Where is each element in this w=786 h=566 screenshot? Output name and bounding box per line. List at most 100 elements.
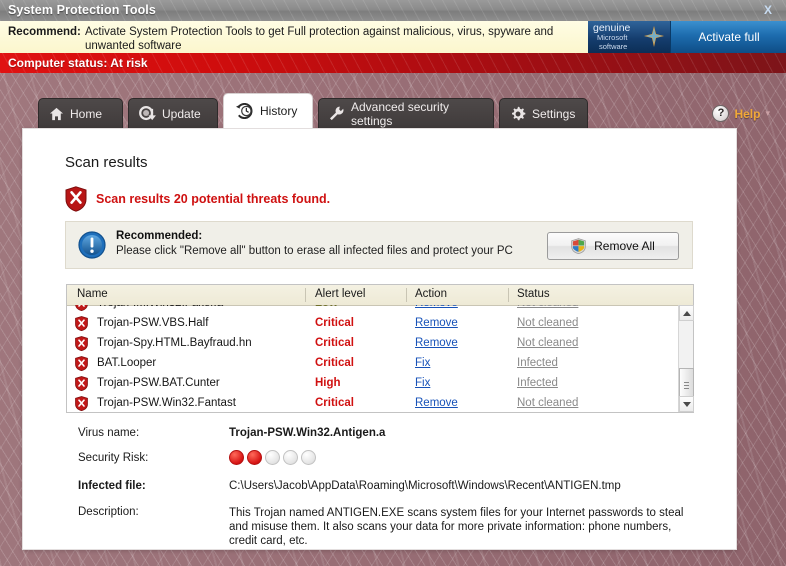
column-header-action: Action xyxy=(415,288,447,300)
column-header-status: Status xyxy=(517,288,550,300)
remove-all-label: Remove All xyxy=(594,239,655,253)
risk-dot xyxy=(229,450,244,465)
cell-alert-level: Critical xyxy=(315,317,354,329)
window-titlebar: System Protection Tools X xyxy=(0,0,786,22)
virus-shield-icon xyxy=(75,356,88,371)
risk-dot xyxy=(301,450,316,465)
tab-home[interactable]: Home xyxy=(38,98,123,128)
history-clock-icon xyxy=(234,103,254,119)
cell-name: Trojan-Spy.HTML.Bayfraud.hn xyxy=(97,337,252,349)
cell-action-link[interactable]: Fix xyxy=(415,377,430,389)
activate-full-protection-button[interactable]: Activate full protection xyxy=(670,21,786,53)
cell-action-link[interactable]: Remove xyxy=(415,337,458,349)
page-title: Scan results xyxy=(65,154,148,171)
cell-alert-level: Critical xyxy=(315,337,354,349)
tab-advanced-security-settings[interactable]: Advanced security settings xyxy=(318,98,494,128)
cell-status-link[interactable]: Infected xyxy=(517,357,558,369)
recommended-subtitle: Please click "Remove all" button to eras… xyxy=(116,245,513,257)
tab-strip: Home Update History Advanced security se… xyxy=(0,73,786,128)
virus-shield-icon xyxy=(75,305,88,311)
close-icon[interactable]: X xyxy=(760,3,776,18)
genuine-microsoft-software-badge[interactable]: genuine Microsoft software xyxy=(588,21,670,53)
app-background: System Protection Tools X Recommend: Act… xyxy=(0,0,786,566)
tab-advanced-label: Advanced security settings xyxy=(351,99,450,128)
description-label: Description: xyxy=(78,506,139,518)
table-row[interactable]: Trojan-Spy.HTML.Bayfraud.hn Critical Remov… xyxy=(67,334,678,354)
windows-shield-icon xyxy=(571,238,586,254)
cell-alert-level: Critical xyxy=(315,357,354,369)
infected-file-value: C:\Users\Jacob\AppData\Roaming\Microsoft… xyxy=(229,480,621,492)
virus-shield-icon xyxy=(75,336,88,351)
computer-status-bar: Computer status: At risk xyxy=(0,53,786,73)
virus-shield-icon xyxy=(75,376,88,391)
tab-history[interactable]: History xyxy=(223,93,313,128)
infected-file-label: Infected file: xyxy=(78,480,146,492)
cell-name: BAT.Looper xyxy=(97,357,157,369)
virus-shield-icon xyxy=(75,396,88,411)
security-risk-label: Security Risk: xyxy=(78,452,149,464)
cell-name: Trojan-PSW.BAT.Cunter xyxy=(97,377,220,389)
cell-name: Trojan-PSW.Win32.Fantast xyxy=(97,397,236,409)
cell-name: Trojan-PSW.VBS.Half xyxy=(97,317,209,329)
scroll-up-button[interactable] xyxy=(679,305,694,321)
tab-home-label: Home xyxy=(70,106,103,121)
wrench-icon xyxy=(329,106,345,121)
cell-alert-level: Critical xyxy=(315,397,354,409)
virus-name-value: Trojan-PSW.Win32.Antigen.a xyxy=(229,427,386,439)
cell-status-link[interactable]: Not cleaned xyxy=(517,305,578,309)
cell-status-link[interactable]: Not cleaned xyxy=(517,317,578,329)
recommend-label: Recommend: xyxy=(8,26,81,38)
home-icon xyxy=(49,107,64,121)
cell-status-link[interactable]: Infected xyxy=(517,377,558,389)
remove-all-button[interactable]: Remove All xyxy=(547,232,679,260)
tab-settings-label: Settings xyxy=(532,106,576,121)
recommend-bar: Recommend: Activate System Protection To… xyxy=(0,21,786,54)
header-divider-2 xyxy=(406,288,407,302)
threat-detail-panel: Virus name: Trojan-PSW.Win32.Antigen.a S… xyxy=(66,421,694,547)
threat-summary-text: Scan results 20 potential threats found. xyxy=(96,192,331,206)
recommended-title: Recommended: xyxy=(116,230,203,242)
table-row[interactable]: Trojan-PSW.BAT.Cunter High Fix Infected xyxy=(67,374,678,394)
risk-dot xyxy=(247,450,262,465)
cell-action-link[interactable]: Remove xyxy=(415,305,458,309)
help-menu[interactable]: ? Help ▾ xyxy=(712,105,770,122)
header-divider-3 xyxy=(508,288,509,302)
table-row[interactable]: Trojan-PSW.Win32.Fantast Critical Remove No… xyxy=(67,394,678,412)
cell-action-link[interactable]: Remove xyxy=(415,397,458,409)
main-content-card: Scan results Scan results 20 potential t… xyxy=(22,128,737,550)
header-divider-1 xyxy=(305,288,306,302)
tab-update[interactable]: Update xyxy=(128,98,218,128)
recommend-text: Activate System Protection Tools to get … xyxy=(85,26,554,52)
update-icon xyxy=(139,106,156,121)
table-row[interactable]: BAT.Looper Critical Fix Infected xyxy=(67,354,678,374)
genuine-line3: software xyxy=(599,42,628,51)
table-row[interactable]: Trojan-PSW.VBS.Half Critical Remove Not cle… xyxy=(67,314,678,334)
table-body[interactable]: Trojan-IM.Win32.Faker.a Low Remove Not clea… xyxy=(67,305,678,412)
cell-alert-level: High xyxy=(315,377,341,389)
cell-status-link[interactable]: Not cleaned xyxy=(517,337,578,349)
info-exclamation-icon xyxy=(78,231,106,259)
table-header: Name Alert level Action Status xyxy=(67,285,693,306)
table-row[interactable]: Trojan-IM.Win32.Faker.a Low Remove Not clea… xyxy=(67,305,678,314)
column-header-name: Name xyxy=(77,288,108,300)
tab-settings[interactable]: Settings xyxy=(499,98,588,128)
scroll-down-button[interactable] xyxy=(679,396,694,412)
risk-dot xyxy=(283,450,298,465)
cell-action-link[interactable]: Fix xyxy=(415,357,430,369)
table-vertical-scrollbar[interactable] xyxy=(678,305,694,412)
cell-alert-level: Low xyxy=(315,305,338,309)
chevron-down-icon: ▾ xyxy=(765,108,770,118)
threats-table: Name Alert level Action Status Trojan-IM… xyxy=(66,284,694,413)
help-label: Help xyxy=(734,106,761,121)
security-risk-meter xyxy=(229,450,316,465)
cell-status-link[interactable]: Not cleaned xyxy=(517,397,578,409)
virus-name-label: Virus name: xyxy=(78,427,140,439)
column-header-alert-level: Alert level xyxy=(315,288,366,300)
threat-summary: Scan results 20 potential threats found. xyxy=(65,186,330,212)
risk-dot xyxy=(265,450,280,465)
gear-icon xyxy=(510,106,526,122)
cell-action-link[interactable]: Remove xyxy=(415,317,458,329)
scrollbar-grip-icon xyxy=(680,380,693,391)
cell-name: Trojan-IM.Win32.Faker.a xyxy=(97,305,223,309)
description-value: This Trojan named ANTIGEN.EXE scans syst… xyxy=(229,507,684,547)
